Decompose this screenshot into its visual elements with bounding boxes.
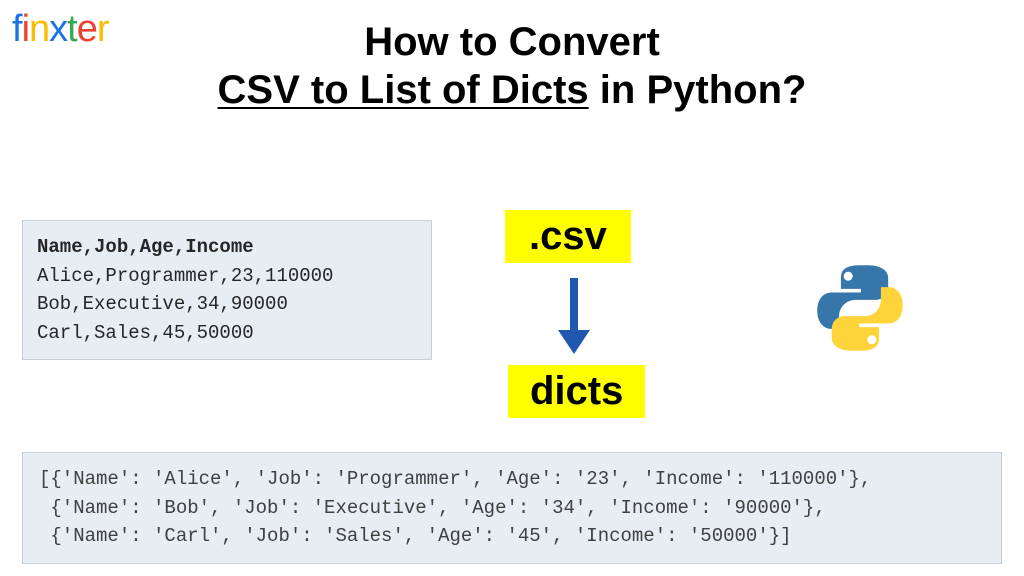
dicts-badge: dicts: [508, 365, 645, 418]
output-line: {'Name': 'Carl', 'Job': 'Sales', 'Age': …: [39, 525, 792, 547]
output-line: {'Name': 'Bob', 'Job': 'Executive', 'Age…: [39, 497, 826, 519]
output-dicts-box: [{'Name': 'Alice', 'Job': 'Programmer', …: [22, 452, 1002, 564]
csv-input-box: Name,Job,Age,Income Alice,Programmer,23,…: [22, 220, 432, 360]
output-line: [{'Name': 'Alice', 'Job': 'Programmer', …: [39, 468, 871, 490]
csv-header-row: Name,Job,Age,Income: [37, 233, 417, 262]
csv-badge: .csv: [505, 210, 631, 263]
title-line1: How to Convert: [364, 20, 660, 64]
csv-data-row: Bob,Executive,34,90000: [37, 290, 417, 319]
python-logo-icon: [810, 258, 910, 358]
csv-data-row: Carl,Sales,45,50000: [37, 319, 417, 348]
page-title: How to Convert CSV to List of Dicts in P…: [0, 18, 1024, 114]
arrow-down-icon: [554, 274, 594, 359]
title-underlined: CSV to List of Dicts: [218, 68, 589, 112]
title-suffix: in Python?: [589, 68, 807, 112]
csv-data-row: Alice,Programmer,23,110000: [37, 262, 417, 291]
